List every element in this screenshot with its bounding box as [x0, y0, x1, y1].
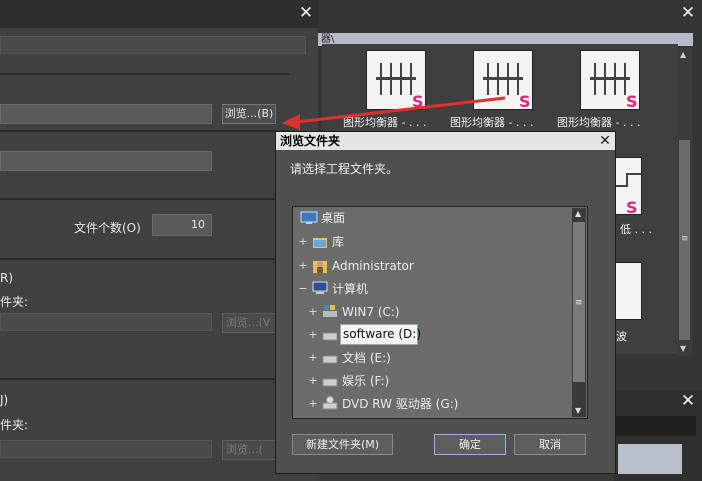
drive-icon	[322, 330, 338, 341]
browse-button[interactable]: 浏览...(B)	[222, 104, 276, 124]
close-icon[interactable]: ✕	[680, 393, 696, 410]
section-sublabel: 件夹:	[0, 295, 29, 309]
expand-icon[interactable]: +	[308, 302, 318, 322]
settings-titlebar	[0, 0, 318, 28]
expand-icon[interactable]: +	[308, 371, 318, 391]
expand-icon[interactable]: +	[298, 232, 308, 252]
new-folder-button[interactable]: 新建文件夹(M)	[292, 434, 393, 455]
scroll-grip-icon: ≡	[575, 298, 583, 308]
effect-label: 低 . . .	[620, 223, 652, 236]
badge-icon: S	[626, 92, 638, 111]
browse-button-2: 浏览...(V	[222, 313, 276, 333]
annotation-arrow-icon	[282, 96, 506, 130]
close-icon[interactable]: ✕	[298, 5, 314, 22]
dialog-close-icon[interactable]: ✕	[597, 132, 613, 150]
dialog-title: 浏览文件夹	[276, 132, 615, 150]
effect-label: 图形均衡器 - . . .	[557, 116, 641, 129]
drive-icon	[322, 353, 338, 364]
effect-label: 波	[616, 330, 627, 343]
scroll-down-icon[interactable]: ▼	[575, 406, 581, 415]
badge-icon: S	[519, 92, 531, 111]
dvd-drive-icon	[322, 396, 338, 410]
tree-item-desktop[interactable]: 桌面	[321, 208, 345, 228]
tree-item-administrator[interactable]: Administrator	[332, 256, 414, 276]
collapse-icon[interactable]: −	[298, 279, 308, 299]
section-label: R)	[0, 271, 14, 285]
cancel-button[interactable]: 取消	[514, 434, 586, 455]
folder-path-input-3	[0, 440, 212, 458]
tree-item-computer[interactable]: 计算机	[332, 279, 368, 299]
ok-button[interactable]: 确定	[434, 434, 506, 455]
folder-path-input[interactable]	[0, 104, 212, 124]
system-drive-icon	[322, 304, 338, 318]
section-label: J)	[0, 393, 9, 407]
scroll-up-icon[interactable]: ▲	[680, 50, 686, 59]
file-count-label: 文件个数(O)	[74, 221, 141, 235]
divider	[0, 258, 290, 260]
secondary-toolbar	[614, 416, 696, 436]
scroll-grip-icon: ≡	[681, 234, 689, 244]
badge-icon: S	[626, 198, 638, 217]
tree-item-library[interactable]: 库	[332, 232, 344, 252]
folder-path-input-2	[0, 313, 212, 331]
divider	[0, 73, 290, 75]
scroll-up-icon[interactable]: ▲	[575, 209, 581, 218]
file-count-input[interactable]: 10	[152, 214, 212, 236]
desktop-icon	[300, 211, 318, 225]
tree-item-drive-d[interactable]: software (D:)	[343, 324, 421, 344]
divider	[0, 198, 290, 200]
expand-icon[interactable]: +	[298, 256, 308, 276]
section-sublabel: 件夹:	[0, 418, 29, 432]
user-folder-icon	[312, 258, 328, 274]
tree-item-drive-g[interactable]: DVD RW 驱动器 (G:)	[342, 394, 458, 414]
dialog-prompt: 请选择工程文件夹。	[290, 162, 399, 176]
divider	[0, 130, 290, 132]
name-input[interactable]	[0, 151, 212, 171]
tree-item-drive-e[interactable]: 文档 (E:)	[342, 348, 391, 368]
tree-item-drive-c[interactable]: WIN7 (C:)	[342, 302, 400, 322]
close-icon[interactable]: ✕	[680, 5, 696, 22]
path-display	[0, 36, 306, 54]
tree-item-drive-f[interactable]: 娱乐 (F:)	[342, 371, 389, 391]
secondary-preview	[618, 444, 682, 474]
drive-icon	[322, 376, 338, 387]
filter-thumbnail[interactable]	[612, 262, 642, 320]
computer-icon	[312, 281, 328, 295]
expand-icon[interactable]: +	[308, 325, 318, 345]
scroll-down-icon[interactable]: ▼	[680, 344, 686, 353]
expand-icon[interactable]: +	[308, 394, 318, 414]
expand-icon[interactable]: +	[308, 348, 318, 368]
browse-button-3: 浏览...(	[222, 440, 276, 460]
library-icon	[312, 235, 328, 249]
divider	[0, 378, 290, 380]
